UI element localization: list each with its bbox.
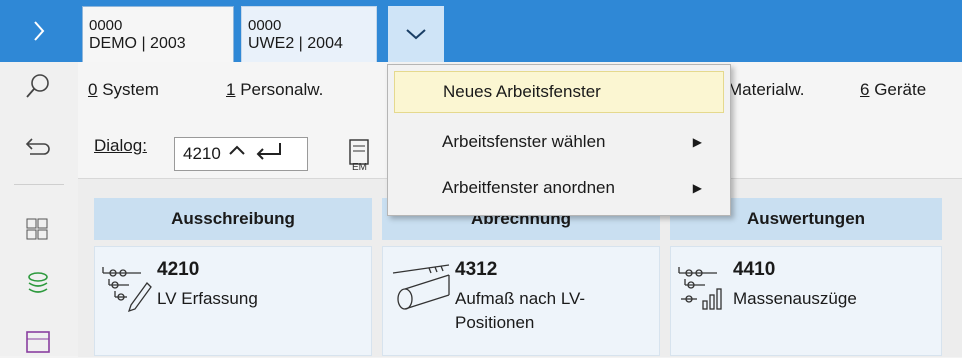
module-card-4312[interactable]: 4312 Aufmaß nach LV-Positionen <box>382 246 660 356</box>
module-card-4410[interactable]: 4410 Massenauszüge <box>670 246 942 356</box>
svg-text:EM: EM <box>352 162 367 172</box>
module-label: Aufmaß nach LV-Positionen <box>455 289 586 332</box>
mass-report-icon <box>678 267 722 310</box>
expand-sidebar-button[interactable] <box>0 0 78 62</box>
menu-materialw[interactable]: Materialw. <box>728 80 805 100</box>
menu-item-select-window[interactable]: Arbeitsfenster wählen ▶ <box>394 121 724 163</box>
rail-separator <box>14 184 64 185</box>
document-em-icon[interactable]: EM <box>348 138 378 173</box>
submenu-arrow-icon: ▶ <box>692 135 702 149</box>
window-menu-button[interactable] <box>388 6 444 62</box>
window-tab-number: 0000 <box>89 16 123 34</box>
window-tab-label: DEMO | 2003 <box>89 34 186 52</box>
window-dropdown-menu: Neues Arbeitsfenster Arbeitsfenster wähl… <box>387 64 731 216</box>
module-code: 4410 <box>733 259 776 280</box>
submenu-arrow-icon: ▶ <box>692 181 702 195</box>
window-tab-demo[interactable]: 0000 DEMO | 2003 <box>82 6 234 62</box>
menu-personalw[interactable]: 1 Personalw. <box>226 80 323 100</box>
module-label: Massenauszüge <box>733 289 857 308</box>
chevron-down-icon <box>406 29 426 40</box>
back-icon[interactable] <box>22 130 54 162</box>
left-rail <box>0 62 79 356</box>
module-code: 4312 <box>455 259 498 280</box>
module-code: 4210 <box>157 259 200 280</box>
layout-icon[interactable] <box>22 326 54 358</box>
modules-icon[interactable] <box>22 214 54 246</box>
stack-icon[interactable] <box>22 268 54 300</box>
module-label: LV Erfassung <box>157 289 258 308</box>
dialog-label: Dialog: <box>94 136 147 155</box>
window-tab-number: 0000 <box>248 16 282 34</box>
menu-system[interactable]: 0 System <box>88 80 159 100</box>
module-card-4210[interactable]: 4210 LV Erfassung <box>94 246 372 356</box>
window-tab-uwe2[interactable]: 0000 UWE2 | 2004 <box>241 6 377 62</box>
window-tab-label: UWE2 | 2004 <box>248 34 343 52</box>
column-header-ausschreibung: Ausschreibung <box>94 198 372 240</box>
measure-ruler-icon <box>392 264 450 310</box>
top-bar: 0000 DEMO | 2003 0000 UWE2 | 2004 <box>0 0 962 62</box>
menu-geraete[interactable]: 6 Geräte <box>860 80 926 100</box>
dialog-go-icon[interactable] <box>224 138 298 167</box>
chevron-right-icon <box>34 21 45 41</box>
search-icon[interactable] <box>22 70 54 102</box>
menu-item-arrange-windows[interactable]: Arbeitfenster anordnen ▶ <box>394 167 724 209</box>
menu-item-new-window[interactable]: Neues Arbeitsfenster <box>394 71 724 113</box>
lv-edit-icon <box>102 267 152 313</box>
